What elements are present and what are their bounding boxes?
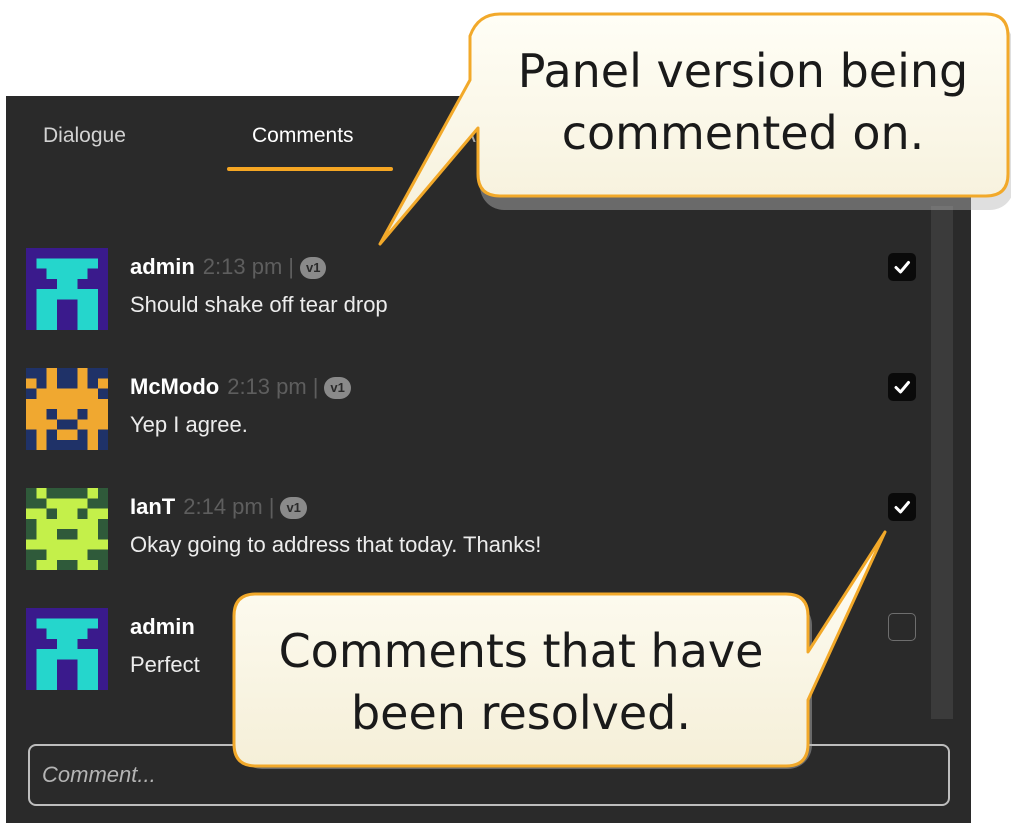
callout-resolved-text: Comments that have been resolved. [278, 624, 764, 740]
callout-version-text: Panel version being commented on. [517, 44, 969, 160]
